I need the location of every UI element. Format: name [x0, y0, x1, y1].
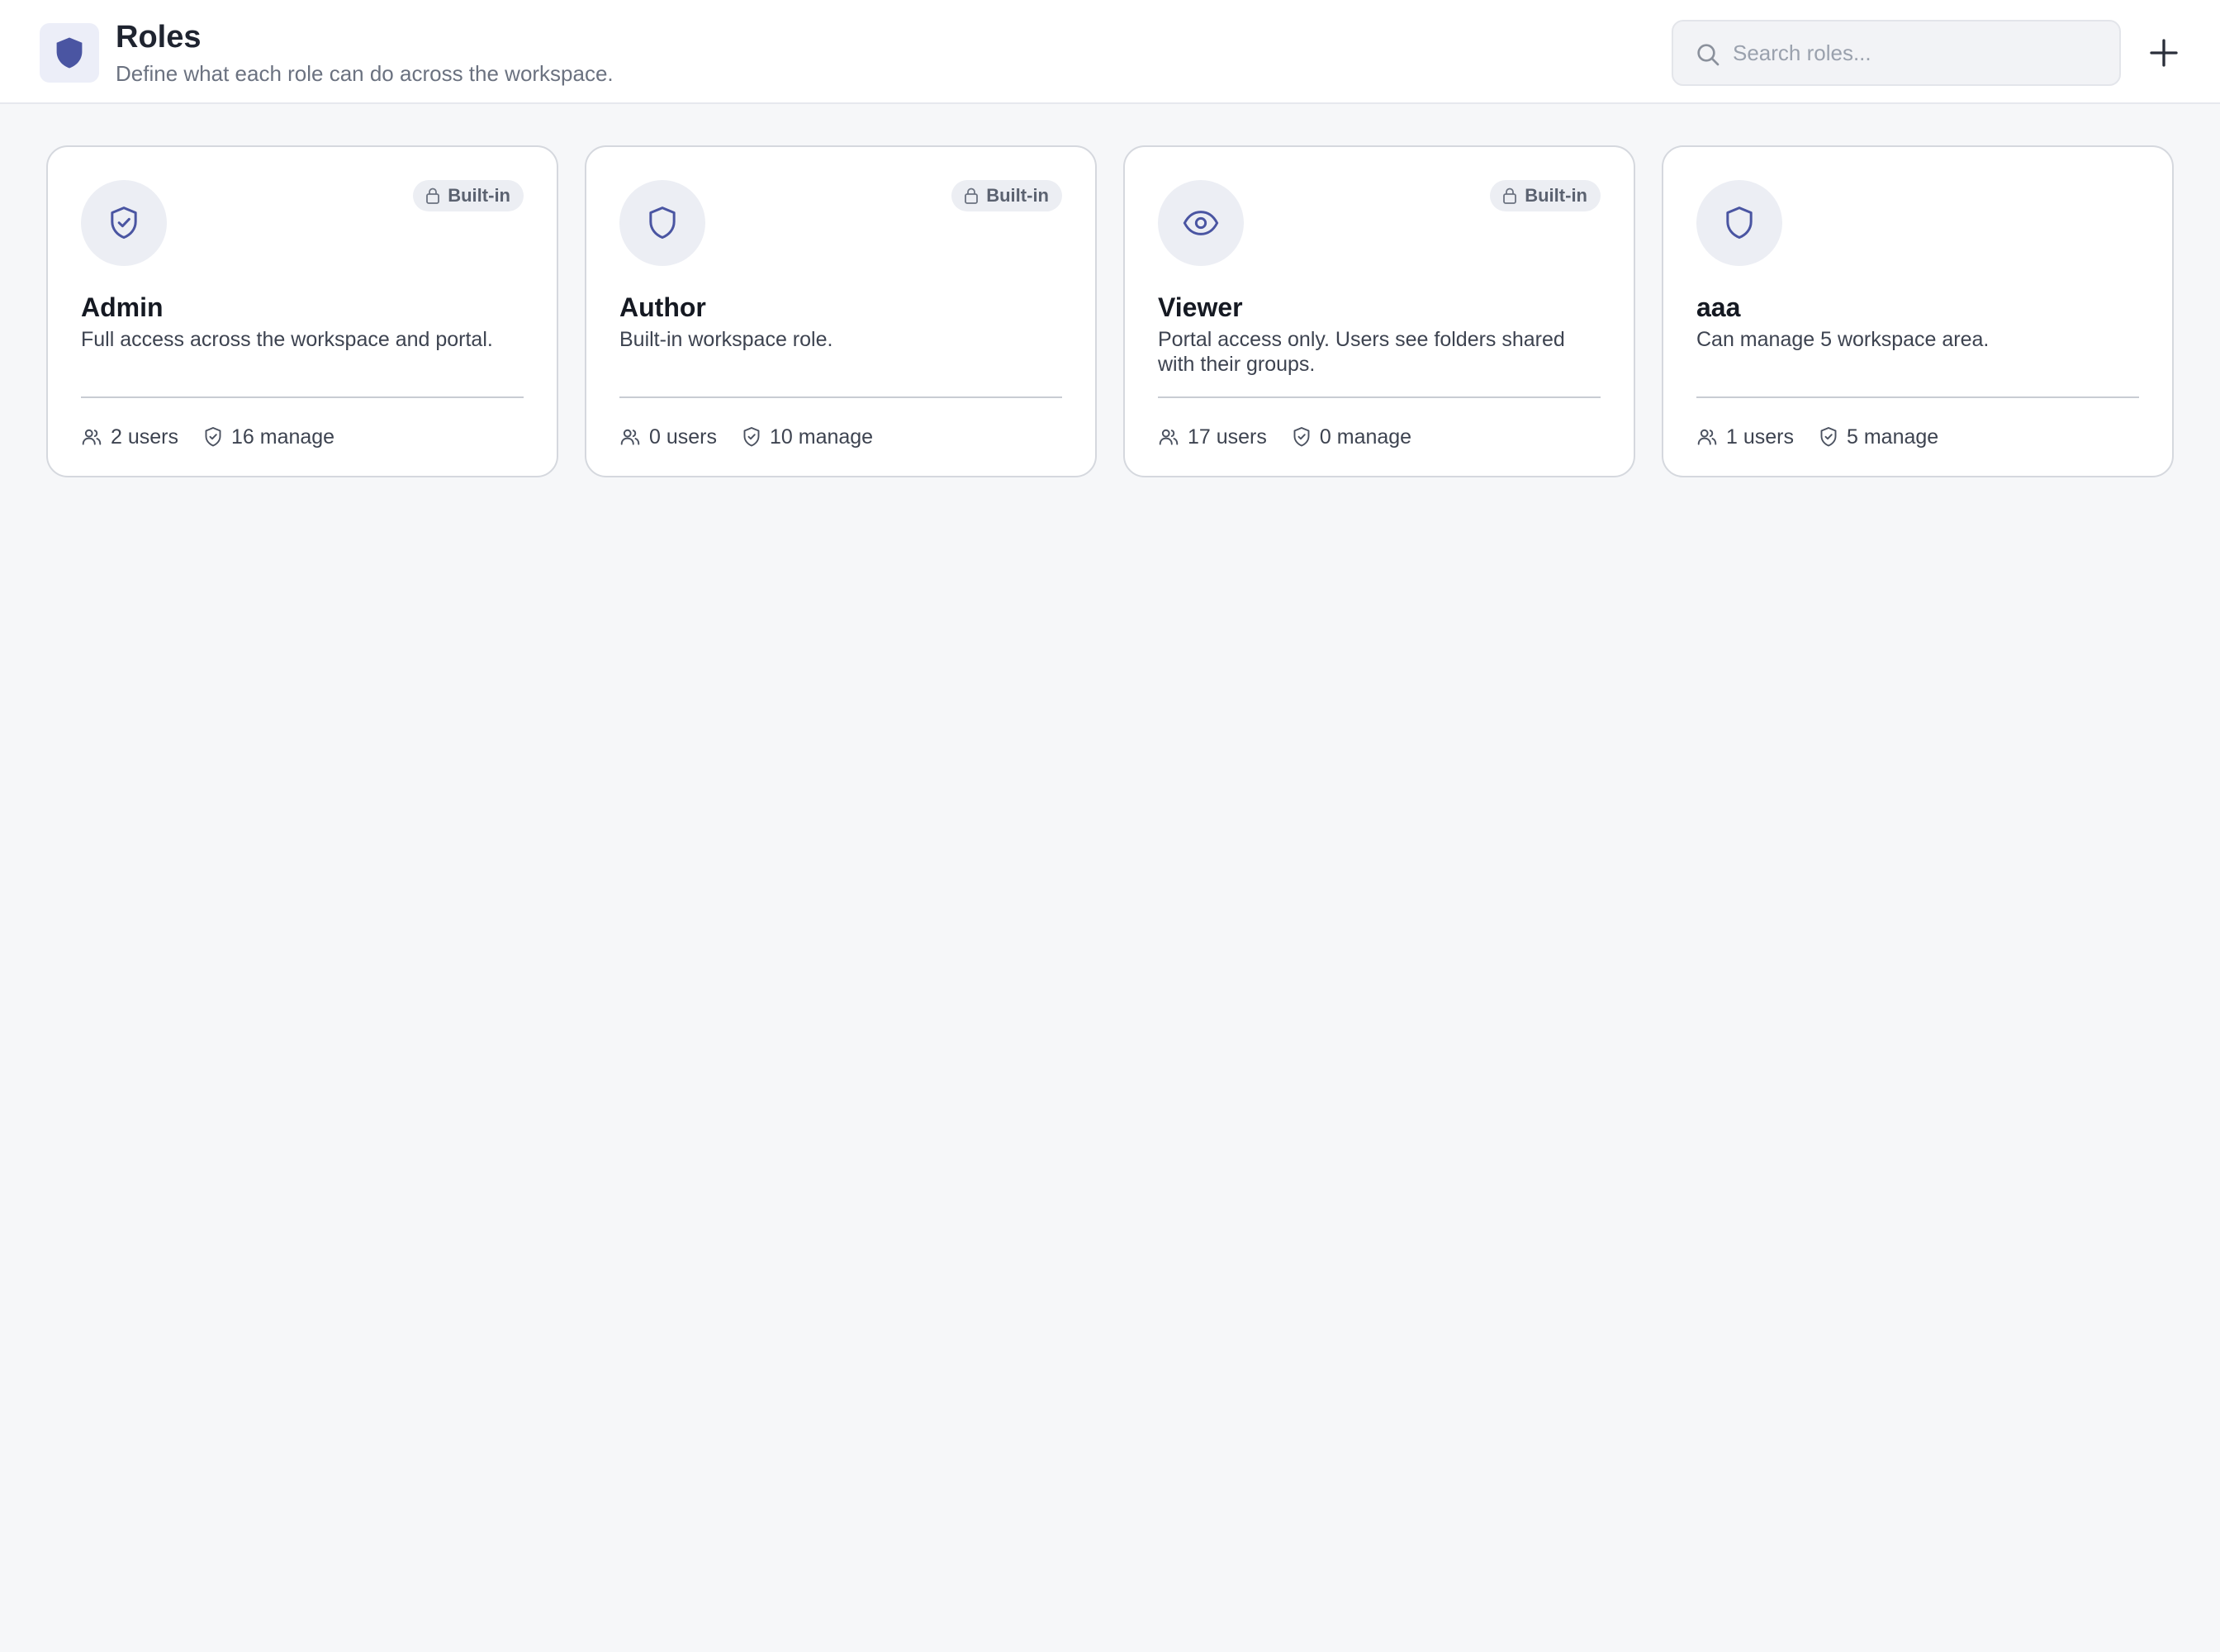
badge-label: Built-in	[1525, 185, 1587, 206]
users-icon	[82, 429, 102, 445]
shield-check-icon	[1820, 427, 1837, 447]
add-role-button[interactable]	[2137, 26, 2190, 79]
users-count: 0 users	[619, 425, 717, 449]
role-stats: 1 users 5 manage	[1696, 418, 1938, 456]
users-count: 1 users	[1696, 425, 1794, 449]
shield-icon	[1696, 180, 1782, 266]
shield-icon	[619, 180, 705, 266]
role-stats: 0 users 10 manage	[619, 418, 873, 456]
role-description: Full access across the workspace and por…	[81, 328, 493, 351]
page-header: Roles Define what each role can do acros…	[0, 0, 2220, 104]
shield-icon	[40, 23, 99, 83]
badge-label: Built-in	[986, 185, 1049, 206]
divider	[1696, 396, 2139, 398]
built-in-badge: Built-in	[413, 180, 524, 211]
shield-check-icon	[1293, 427, 1310, 447]
users-icon	[620, 429, 640, 445]
built-in-badge: Built-in	[1490, 180, 1601, 211]
role-card-aaa[interactable]: aaa Can manage 5 workspace area. 1 users…	[1662, 145, 2174, 477]
role-card-admin[interactable]: Built-in Admin Full access across the wo…	[46, 145, 558, 477]
role-card-viewer[interactable]: Built-in Viewer Portal access only. User…	[1123, 145, 1635, 477]
users-icon	[1159, 429, 1179, 445]
plus-icon	[2150, 39, 2178, 67]
role-card-author[interactable]: Built-in Author Built-in workspace role.…	[585, 145, 1097, 477]
shield-check-icon	[81, 180, 167, 266]
shield-check-icon	[205, 427, 221, 447]
eye-icon	[1158, 180, 1244, 266]
lock-icon	[426, 188, 440, 204]
divider	[81, 396, 524, 398]
role-name: aaa	[1696, 292, 1741, 322]
role-description: Built-in workspace role.	[619, 328, 833, 351]
users-count: 2 users	[81, 425, 178, 449]
manage-count: 0 manage	[1292, 425, 1411, 449]
lock-icon	[965, 188, 979, 204]
manage-count: 10 manage	[742, 425, 873, 449]
role-description: Can manage 5 workspace area.	[1696, 328, 1990, 351]
search-icon	[1697, 44, 1720, 66]
lock-icon	[1503, 188, 1517, 204]
role-stats: 2 users 16 manage	[81, 418, 334, 456]
search-box[interactable]	[1672, 20, 2121, 86]
divider	[619, 396, 1062, 398]
users-icon	[1697, 429, 1717, 445]
page-subtitle: Define what each role can do across the …	[116, 61, 614, 86]
manage-count: 16 manage	[203, 425, 334, 449]
role-name: Author	[619, 292, 706, 322]
divider	[1158, 396, 1601, 398]
page-title: Roles	[116, 20, 202, 55]
built-in-badge: Built-in	[951, 180, 1062, 211]
role-stats: 17 users 0 manage	[1158, 418, 1411, 456]
users-count: 17 users	[1158, 425, 1267, 449]
manage-count: 5 manage	[1819, 425, 1938, 449]
role-description: Portal access only. Users see folders sh…	[1158, 328, 1565, 376]
role-name: Admin	[81, 292, 164, 322]
role-name: Viewer	[1158, 292, 1243, 322]
search-input[interactable]	[1733, 21, 2104, 84]
badge-label: Built-in	[448, 185, 510, 206]
shield-check-icon	[743, 427, 760, 447]
